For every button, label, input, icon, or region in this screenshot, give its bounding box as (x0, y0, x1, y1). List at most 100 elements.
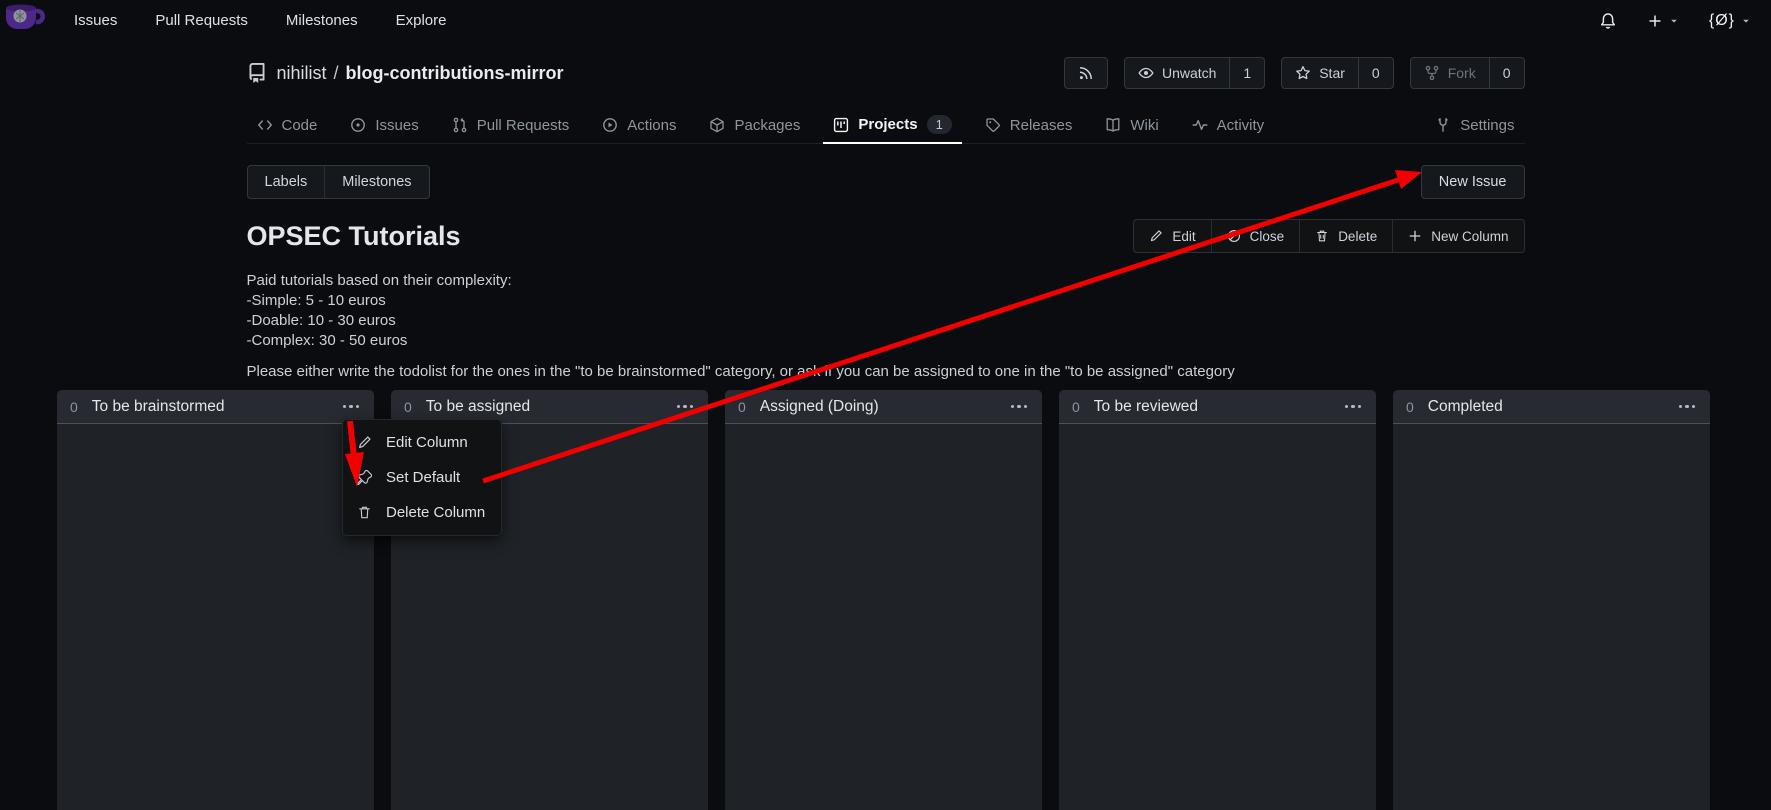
column-count: 0 (404, 399, 412, 415)
rss-button[interactable] (1064, 57, 1108, 89)
issue-icon (350, 117, 366, 133)
new-column-button[interactable]: New Column (1392, 220, 1523, 252)
column-title: Assigned (Doing) (760, 398, 879, 416)
code-icon (257, 117, 273, 133)
column-count: 0 (70, 399, 78, 415)
column-count: 0 (1072, 399, 1080, 415)
board-column-to-be-brainstormed: 0 To be brainstormed (57, 390, 374, 810)
user-menu-button[interactable]: {Ø} (1709, 12, 1751, 30)
column-count: 0 (738, 399, 746, 415)
tab-projects[interactable]: Projects 1 (823, 107, 961, 144)
breadcrumb: nihilist / blog-contributions-mirror (277, 63, 564, 84)
nav-link-pull-requests[interactable]: Pull Requests (155, 12, 248, 29)
tag-icon (985, 117, 1001, 133)
project-description: Paid tutorials based on their complexity… (247, 271, 1525, 382)
fork-count[interactable]: 0 (1489, 58, 1524, 88)
column-menu-ellipsis-icon[interactable] (1009, 401, 1030, 413)
menu-item-set-default[interactable]: Set Default (343, 460, 501, 495)
unwatch-button[interactable]: Unwatch (1125, 58, 1229, 88)
tab-code[interactable]: Code (247, 107, 328, 143)
repo-action-buttons: Unwatch 1 Star 0 (1064, 57, 1525, 89)
column-header: 0 Assigned (Doing) (725, 390, 1042, 424)
avatar: {Ø} (1709, 12, 1735, 30)
fork-icon (1424, 65, 1440, 81)
close-project-button[interactable]: Close (1211, 220, 1300, 252)
fork-button[interactable]: Fork (1411, 58, 1489, 88)
tab-wiki[interactable]: Wiki (1095, 107, 1168, 143)
tab-pull-requests[interactable]: Pull Requests (442, 107, 580, 143)
gitea-logo-icon[interactable] (4, 2, 48, 36)
column-menu-ellipsis-icon[interactable] (1677, 401, 1698, 413)
column-title: To be brainstormed (92, 398, 225, 416)
milestones-button[interactable]: Milestones (324, 166, 428, 198)
rss-icon (1078, 65, 1094, 81)
star-icon (1295, 65, 1311, 81)
delete-project-button[interactable]: Delete (1299, 220, 1392, 252)
repo-owner-link[interactable]: nihilist (277, 63, 327, 83)
labels-milestones-group: Labels Milestones (247, 165, 430, 199)
column-menu-ellipsis-icon[interactable] (341, 401, 362, 413)
circle-slash-icon (1227, 229, 1241, 243)
repo-icon (247, 63, 267, 83)
pulse-icon (1192, 117, 1208, 133)
description-line: Paid tutorials based on their complexity… (247, 271, 1525, 291)
tab-activity[interactable]: Activity (1182, 107, 1275, 143)
column-body[interactable] (725, 424, 1042, 810)
pin-icon (357, 470, 372, 485)
menu-item-delete-column[interactable]: Delete Column (343, 495, 501, 530)
tab-settings[interactable]: Settings (1425, 107, 1524, 143)
column-header: 0 To be brainstormed (57, 390, 374, 424)
column-title: To be assigned (426, 398, 530, 416)
tab-releases[interactable]: Releases (975, 107, 1083, 143)
nav-link-milestones[interactable]: Milestones (286, 12, 358, 29)
trash-icon (357, 505, 372, 520)
new-issue-button[interactable]: New Issue (1421, 165, 1525, 199)
wrench-icon (1435, 117, 1451, 133)
description-line: -Complex: 30 - 50 euros (247, 331, 1525, 351)
repo-name-link[interactable]: blog-contributions-mirror (346, 63, 564, 83)
pencil-icon (1149, 229, 1163, 243)
project-actions-group: Edit Close Delete New Column (1133, 219, 1524, 253)
notifications-bell-button[interactable] (1599, 12, 1617, 30)
tab-packages[interactable]: Packages (699, 107, 810, 143)
repo-header: nihilist/blog-contributions-mirror U (247, 55, 1525, 91)
nav-link-explore[interactable]: Explore (396, 12, 447, 29)
description-line: -Simple: 5 - 10 euros (247, 291, 1525, 311)
trash-icon (1315, 229, 1329, 243)
column-context-menu: Edit Column Set Default Delete Column (342, 419, 502, 536)
nav-link-issues[interactable]: Issues (74, 12, 117, 29)
tab-actions[interactable]: Actions (592, 107, 686, 143)
labels-button[interactable]: Labels (248, 166, 325, 198)
column-body[interactable] (1393, 424, 1710, 810)
board-column-assigned-doing: 0 Assigned (Doing) (725, 390, 1042, 810)
plus-icon (1647, 13, 1663, 29)
breadcrumb-separator: / (334, 63, 339, 83)
column-body[interactable] (57, 424, 374, 810)
projects-toolbar: Labels Milestones New Issue (247, 165, 1525, 199)
edit-project-button[interactable]: Edit (1134, 220, 1210, 252)
column-menu-ellipsis-icon[interactable] (675, 401, 696, 413)
eye-icon (1138, 65, 1154, 81)
project-title-row: OPSEC Tutorials Edit Close Delete (247, 219, 1525, 253)
column-count: 0 (1406, 399, 1414, 415)
menu-item-edit-column[interactable]: Edit Column (343, 425, 501, 460)
star-button[interactable]: Star (1282, 58, 1358, 88)
caret-down-icon (1741, 16, 1751, 26)
column-body[interactable] (1059, 424, 1376, 810)
tab-issues[interactable]: Issues (340, 107, 428, 143)
create-new-dropdown-button[interactable] (1647, 13, 1679, 29)
pencil-icon (357, 435, 372, 450)
column-title: To be reviewed (1094, 398, 1198, 416)
star-count[interactable]: 0 (1358, 58, 1393, 88)
column-menu-ellipsis-icon[interactable] (1343, 401, 1364, 413)
page-title: OPSEC Tutorials (247, 221, 461, 252)
plus-icon (1408, 229, 1422, 243)
project-icon (833, 117, 849, 133)
column-header: 0 Completed (1393, 390, 1710, 424)
nav-links: Issues Pull Requests Milestones Explore (74, 12, 446, 29)
watch-count[interactable]: 1 (1229, 58, 1264, 88)
projects-count-badge: 1 (927, 115, 952, 134)
repo-tabbar: Code Issues Pull Requests Actions (247, 107, 1525, 144)
pull-request-icon (452, 117, 468, 133)
bell-icon (1599, 12, 1617, 30)
